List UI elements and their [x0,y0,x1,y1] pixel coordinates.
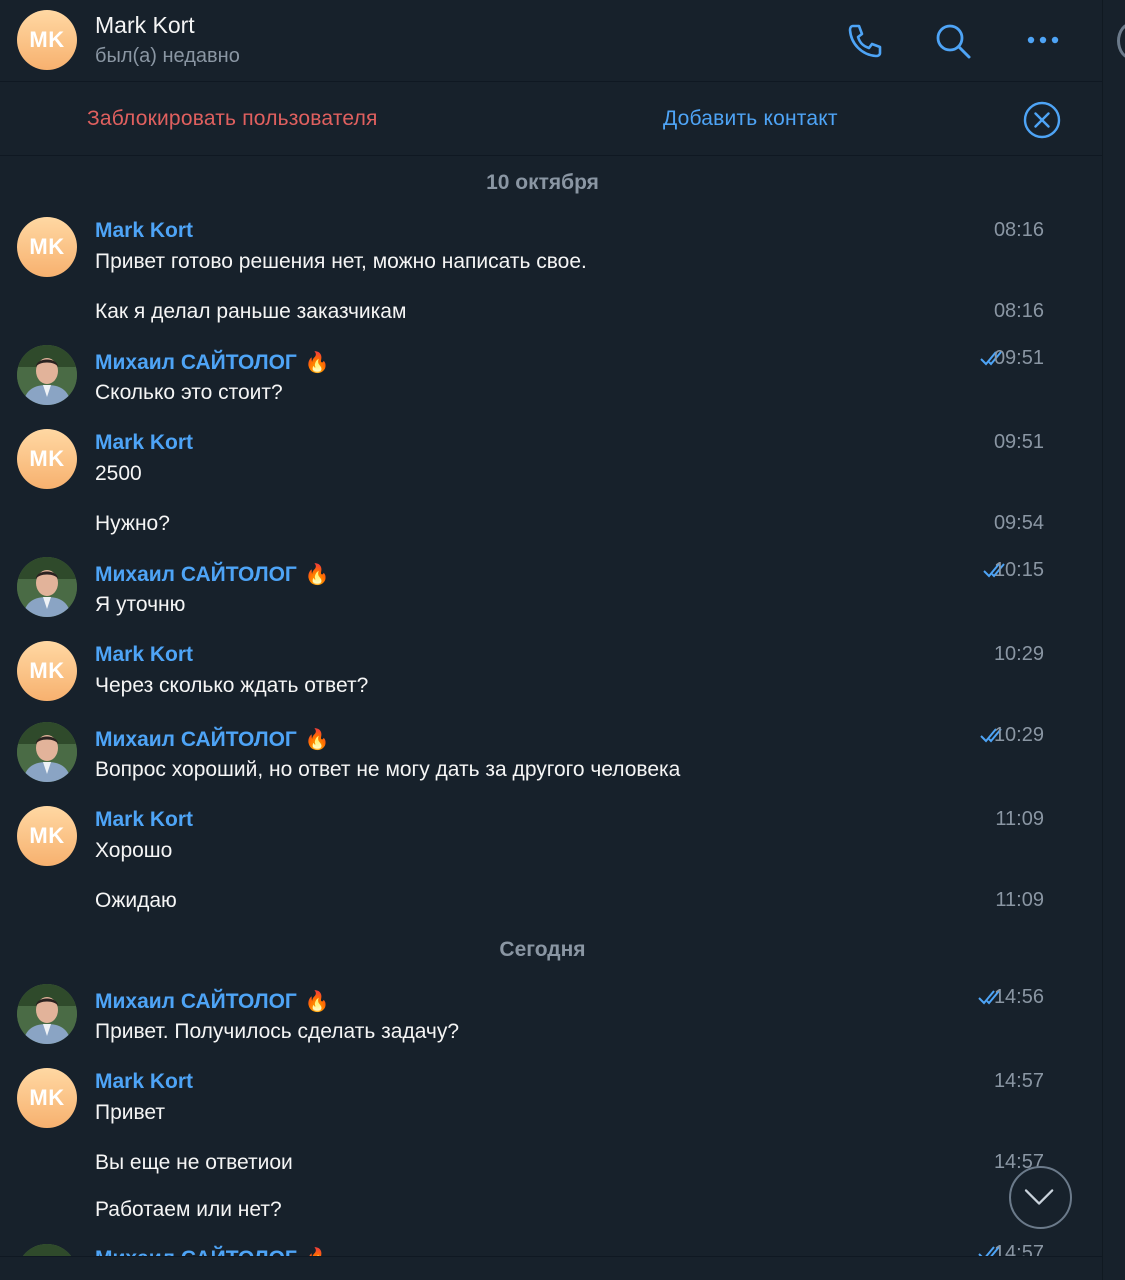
chat-window: MK Mark Kort был(а) недавно Заблокироват… [0,0,1125,1280]
block-user-button[interactable]: Заблокировать пользователя [87,107,378,131]
message-time: 10:29 [993,724,1044,746]
fire-icon: 🔥 [304,352,330,374]
message-time: 10:29 [993,643,1044,665]
message-text: Нужно? [95,512,170,535]
add-contact-button[interactable]: Добавить контакт [663,107,838,131]
message-time: 14:56 [993,986,1044,1008]
sender-name[interactable]: Михаил САЙТОЛОГ [95,563,297,586]
chat-column: MK Mark Kort был(а) недавно Заблокироват… [0,0,1102,1280]
message-text: 2500 [95,462,142,485]
more-icon[interactable] [1020,18,1066,64]
chat-status: был(а) недавно [95,45,240,67]
sender-name[interactable]: Михаил САЙТОЛОГ [95,728,297,751]
message-time: 11:09 [995,889,1044,911]
avatar[interactable]: MK [17,1068,77,1128]
avatar[interactable] [17,984,77,1044]
avatar[interactable]: MK [17,806,77,866]
message-text: Привет [95,1101,166,1124]
message-time: 09:51 [993,431,1044,453]
message-sender[interactable]: Михаил САЙТОЛОГ 🔥 [95,989,330,1014]
fire-icon: 🔥 [304,564,330,586]
sender-name[interactable]: Mark Kort [95,1070,193,1093]
date-separator: 10 октября [486,171,599,194]
message-time: 08:16 [993,300,1044,322]
avatar[interactable] [17,557,77,617]
message-text: Я уточню [95,593,186,616]
chevron-down-icon [1024,1189,1054,1205]
message-text: Привет. Получилось сделать задачу? [95,1020,460,1043]
message-time: 10:15 [993,559,1044,581]
message-text: Вы еще не ответиои [95,1151,293,1174]
panel-icon[interactable] [1117,22,1125,60]
avatar[interactable]: MK [17,10,77,70]
message-text: Вопрос хороший, но ответ не могу дать за… [95,758,681,781]
search-icon[interactable] [930,18,976,64]
message-time: 14:57 [993,1070,1044,1092]
message-time: 09:54 [993,512,1044,534]
sender-name[interactable]: Mark Kort [95,643,193,666]
sender-name[interactable]: Mark Kort [95,431,193,454]
sender-name[interactable]: Mark Kort [95,808,193,831]
scroll-down-button[interactable] [1009,1166,1072,1229]
close-icon[interactable] [1022,100,1062,140]
avatar[interactable] [17,722,77,782]
message-sender[interactable]: Михаил САЙТОЛОГ 🔥 [95,727,330,752]
avatar[interactable]: MK [17,429,77,489]
message-sender[interactable]: Mark Kort [95,219,193,243]
message-text: Привет готово решения нет, можно написат… [95,250,587,273]
fire-icon: 🔥 [304,991,330,1013]
chat-title[interactable]: Mark Kort [95,12,195,39]
message-text: Сколько это стоит? [95,381,283,404]
chat-header[interactable]: MK Mark Kort был(а) недавно [0,0,1102,82]
avatar[interactable]: MK [17,641,77,701]
message-sender[interactable]: Mark Kort [95,431,193,455]
fire-icon: 🔥 [304,729,330,751]
message-text: Хорошо [95,839,173,862]
sender-name[interactable]: Mark Kort [95,219,193,242]
message-sender[interactable]: Михаил САЙТОЛОГ 🔥 [95,350,330,375]
phone-icon[interactable] [841,18,887,64]
message-text: Через сколько ждать ответ? [95,674,369,697]
avatar[interactable] [17,345,77,405]
message-time: 08:16 [993,219,1044,241]
new-contact-bar: Заблокировать пользователя Добавить конт… [0,82,1102,156]
date-separator: Сегодня [499,938,586,961]
sender-name[interactable]: Михаил САЙТОЛОГ [95,351,297,374]
message-sender[interactable]: Mark Kort [95,808,193,832]
message-text: Работаем или нет? [95,1198,282,1221]
avatar[interactable]: MK [17,217,77,277]
sender-name[interactable]: Михаил САЙТОЛОГ [95,990,297,1013]
side-panel-edge [1102,0,1125,1280]
message-time: 11:09 [995,808,1044,830]
message-text: Ожидаю [95,889,177,912]
message-sender[interactable]: Mark Kort [95,1070,193,1094]
message-time: 09:51 [993,347,1044,369]
message-sender[interactable]: Михаил САЙТОЛОГ 🔥 [95,562,330,587]
message-text: Как я делал раньше заказчикам [95,300,407,323]
composer-bar[interactable] [0,1256,1102,1280]
message-sender[interactable]: Mark Kort [95,643,193,667]
